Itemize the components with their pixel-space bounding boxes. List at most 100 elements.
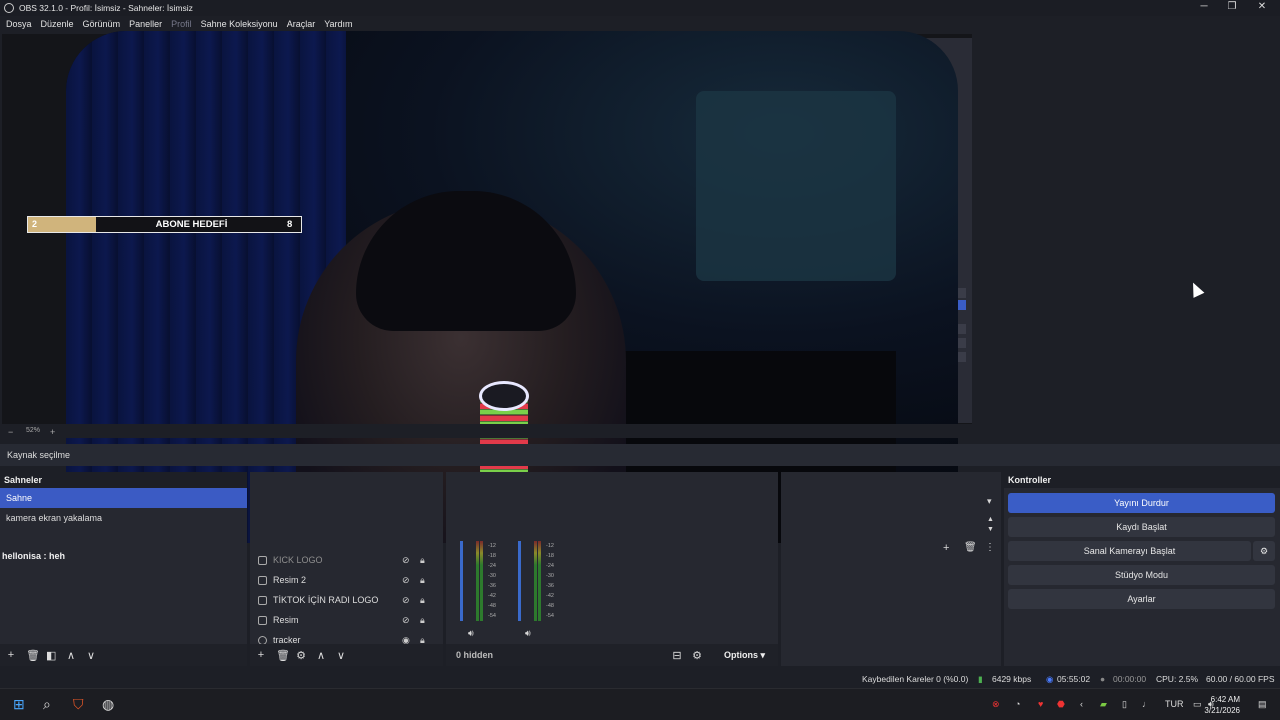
remove-source-icon[interactable]: 🗑: [276, 649, 290, 662]
image-icon: [258, 595, 267, 605]
scale-label: -42: [546, 593, 554, 599]
remove-scene-icon[interactable]: 🗑: [26, 649, 40, 662]
gear-icon[interactable]: ⚙: [1253, 541, 1275, 561]
dropped-frames: Kaybedilen Kareler 0 (%0.0): [862, 674, 969, 684]
mixer-settings-icon[interactable]: ⚙: [692, 649, 702, 662]
volume-fader[interactable]: [518, 541, 521, 621]
start-record-button[interactable]: Kaydı Başlat: [1008, 517, 1275, 537]
virtual-camera-button[interactable]: Sanal Kamerayı Başlat: [1008, 541, 1251, 561]
move-up-icon[interactable]: ∧: [66, 649, 76, 662]
zoom-out-button[interactable]: −: [8, 427, 13, 437]
tray-app-icon[interactable]: ⬣: [1057, 699, 1065, 710]
add-source-icon[interactable]: +: [256, 649, 266, 661]
gear-icon[interactable]: ⚙: [296, 649, 306, 662]
tray-app-icon[interactable]: ‹: [1080, 699, 1083, 709]
layout-icon[interactable]: ⊟: [672, 649, 682, 662]
source-item[interactable]: Resim ⊘ 🔒︎: [250, 610, 443, 630]
scale-label: -12: [488, 543, 496, 549]
image-icon: [258, 555, 267, 565]
taskbar-clock[interactable]: 6:42 AM 3/21/2026: [1204, 694, 1240, 716]
stream-time: 05:55:02: [1057, 674, 1091, 684]
menu-paneller[interactable]: Paneller: [129, 19, 162, 29]
stream-icon: ◉: [1046, 674, 1054, 684]
speaker-icon[interactable]: 🔊︎: [468, 628, 474, 639]
studio-mode-button[interactable]: Stüdyo Modu: [1008, 565, 1275, 585]
level-bar: [534, 541, 537, 621]
chevron-down-icon[interactable]: ▾: [987, 496, 992, 507]
eye-hidden-icon[interactable]: ⊘: [402, 595, 410, 606]
source-item[interactable]: Resim 2 ⊘ 🔒︎: [250, 570, 443, 590]
network-icon[interactable]: ▭: [1193, 699, 1202, 710]
close-button[interactable]: ✕: [1248, 0, 1276, 16]
move-down-icon[interactable]: ∨: [336, 649, 346, 662]
search-icon[interactable]: ⌕: [43, 696, 51, 713]
settings-button[interactable]: Ayarlar: [1008, 589, 1275, 609]
maximize-button[interactable]: ❐: [1218, 0, 1246, 16]
embedded-scroll-marker: [958, 338, 966, 348]
scale-label: -30: [488, 573, 496, 579]
scale-label: -54: [488, 613, 496, 619]
menu-gorunum[interactable]: Görünüm: [83, 19, 121, 29]
zoom-level: 52%: [26, 427, 41, 434]
source-name: TİKTOK İÇİN RADI LOGO: [273, 595, 379, 605]
filter-icon[interactable]: ◧: [46, 649, 56, 662]
language-indicator[interactable]: TUR: [1165, 699, 1184, 709]
lock-icon[interactable]: 🔒︎: [420, 615, 425, 626]
eye-hidden-icon[interactable]: ⊘: [402, 555, 410, 566]
zoom-in-button[interactable]: +: [50, 427, 55, 437]
embedded-scroll-marker: [958, 352, 966, 362]
stop-stream-button[interactable]: Yayını Durdur: [1008, 493, 1275, 513]
image-icon: [258, 575, 267, 585]
add-transition-icon[interactable]: +: [943, 542, 949, 554]
webcam-feed: [66, 31, 958, 543]
menu-dosya[interactable]: Dosya: [6, 19, 32, 29]
move-down-icon[interactable]: ∨: [86, 649, 96, 662]
eye-hidden-icon[interactable]: ⊘: [402, 575, 410, 586]
menu-yardim[interactable]: Yardım: [324, 19, 352, 29]
battery-icon[interactable]: ▯: [1122, 699, 1127, 710]
source-item[interactable]: TİKTOK İÇİN RADI LOGO ⊘ 🔒︎: [250, 590, 443, 610]
source-item[interactable]: KICK LOGO ⊘ 🔒︎: [250, 550, 443, 570]
menu-duzenle[interactable]: Düzenle: [41, 19, 74, 29]
notification-icon[interactable]: ▤: [1258, 699, 1267, 710]
brave-browser-icon[interactable]: ⛉: [73, 696, 84, 713]
spin-down-icon[interactable]: ▼: [987, 526, 994, 533]
eye-hidden-icon[interactable]: ⊘: [402, 615, 410, 626]
image-icon: [258, 615, 267, 625]
tray-app-icon[interactable]: ⊗: [992, 699, 1000, 710]
nvidia-icon[interactable]: ▰: [1100, 699, 1107, 710]
controls-header: Kontroller: [1004, 472, 1280, 488]
microphone-icon[interactable]: ♩: [1142, 699, 1151, 709]
options-button[interactable]: Options ▾: [724, 650, 765, 661]
level-bar: [476, 541, 479, 621]
scenes-header: Sahneler: [0, 472, 247, 488]
speaker-icon[interactable]: 🔊︎: [525, 628, 531, 639]
move-up-icon[interactable]: ∧: [316, 649, 326, 662]
windows-start-icon[interactable]: ⊞: [13, 696, 25, 713]
menu-araclar[interactable]: Araçlar: [287, 19, 316, 29]
scale-label: -48: [488, 603, 496, 609]
volume-fader[interactable]: [460, 541, 463, 621]
audio-meter-1: -12 -18 -24 -30 -36 -42 -48 -54: [460, 541, 496, 621]
title-bar: OBS 32.1.0 - Profil: İsimsiz - Sahneler:…: [0, 0, 1280, 16]
scale-label: -42: [488, 593, 496, 599]
more-options-icon[interactable]: ⋮: [985, 542, 995, 553]
add-scene-icon[interactable]: +: [6, 649, 16, 661]
menu-sahne-koleksiyonu[interactable]: Sahne Koleksiyonu: [201, 19, 278, 29]
menu-profil[interactable]: Profil: [171, 19, 192, 29]
tray-app-icon[interactable]: ♥: [1038, 699, 1043, 709]
lock-icon[interactable]: 🔒︎: [420, 575, 425, 586]
obs-taskbar-icon[interactable]: ◍: [102, 696, 114, 713]
status-bar: Kaybedilen Kareler 0 (%0.0) ▮ 6429 kbps …: [0, 668, 1280, 688]
minimize-button[interactable]: ─: [1190, 0, 1218, 16]
cpu-usage: CPU: 2.5%: [1156, 674, 1199, 684]
scene-item[interactable]: kamera ekran yakalama: [0, 508, 247, 528]
scene-item[interactable]: Sahne: [0, 488, 247, 508]
clock-date: 3/21/2026: [1204, 706, 1240, 715]
remove-transition-icon[interactable]: 🗑: [964, 542, 977, 553]
lock-icon[interactable]: 🔒︎: [420, 595, 425, 606]
spin-up-icon[interactable]: ▲: [987, 516, 994, 523]
level-bar: [480, 541, 483, 621]
lock-icon[interactable]: 🔒︎: [420, 555, 425, 566]
tray-app-icon[interactable]: ◔: [1015, 699, 1020, 709]
